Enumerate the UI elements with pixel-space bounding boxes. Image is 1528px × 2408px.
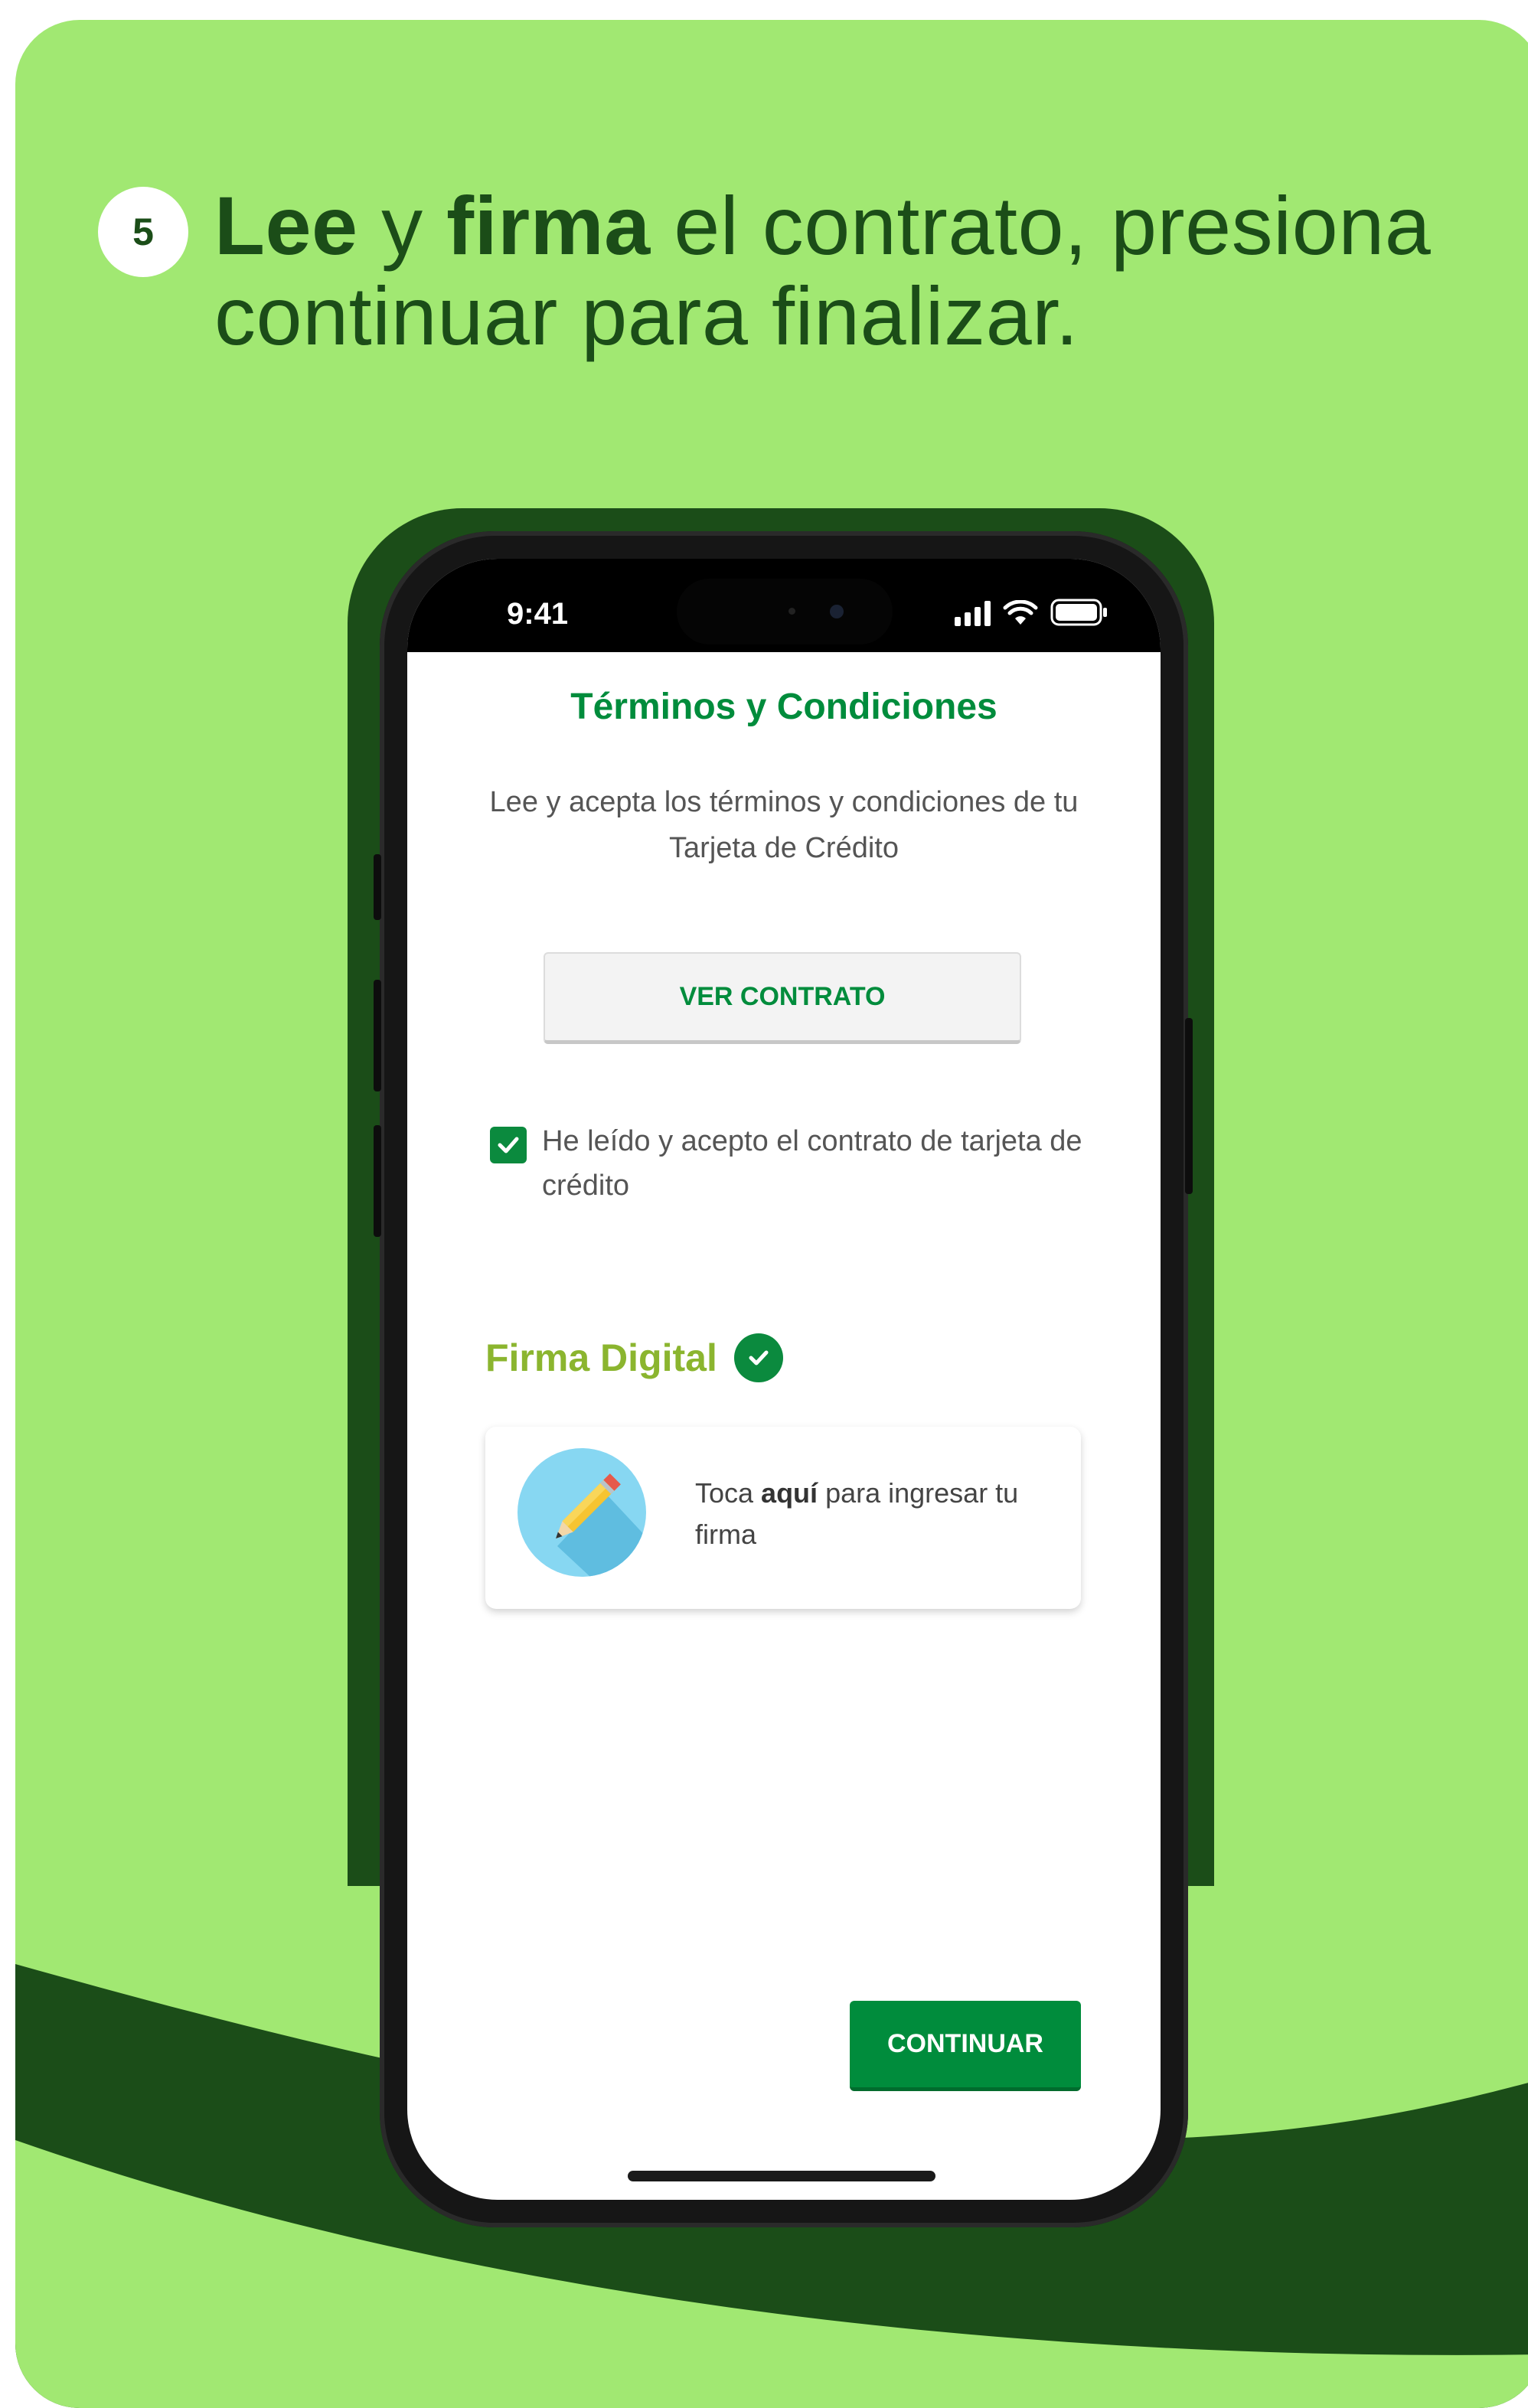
signature-card-text: Toca aquí para ingresar tu firma: [695, 1473, 1047, 1555]
headline-bold-read: Lee: [214, 179, 358, 272]
status-time: 9:41: [507, 597, 569, 631]
wifi-icon: [1003, 600, 1038, 625]
dynamic-island: [677, 579, 893, 644]
signature-title-text: Firma Digital: [485, 1336, 717, 1379]
status-bar: 9:41: [407, 559, 1161, 652]
page-title: Términos y Condiciones: [570, 687, 997, 727]
home-indicator[interactable]: [628, 2171, 935, 2181]
continue-button[interactable]: CONTINUAR: [850, 2001, 1081, 2091]
status-icons: [955, 599, 1108, 626]
sensor-dot: [788, 608, 795, 615]
signature-input-card[interactable]: Toca aquí para ingresar tu firma: [485, 1427, 1081, 1609]
check-circle-icon: [733, 1333, 783, 1382]
headline-text-contract: el contrato, presiona: [650, 179, 1432, 272]
step-number-badge: 5: [98, 187, 188, 277]
signature-section-title: Firma Digital: [485, 1333, 783, 1382]
headline-bold-sign: firma: [446, 179, 651, 272]
camera-dot: [830, 605, 844, 618]
signature-text-before: Toca: [695, 1477, 762, 1509]
headline-line-2: continuar para finalizar.: [214, 269, 1079, 362]
battery-icon: [1050, 599, 1107, 626]
signal-icon: [955, 600, 991, 626]
instruction-headline: Lee y firma el contrato, presiona contin…: [214, 181, 1516, 361]
headline-text-and: y: [358, 179, 447, 272]
page-subtitle: Lee y acepta los términos y condiciones …: [489, 786, 1079, 864]
checkbox-checked-icon: [498, 1137, 519, 1153]
accept-contract-label[interactable]: He leído y acepto el contrato de tarjeta…: [542, 1119, 1108, 1208]
phone-power-button: [1185, 1018, 1193, 1194]
accept-contract-checkbox[interactable]: [490, 1127, 527, 1163]
pencil-icon: [517, 1448, 646, 1577]
phone-action-button: [374, 854, 381, 920]
phone-volume-down-button: [374, 1125, 381, 1237]
phone-screen: 9:41 Términos y Condiciones Lee y acepta…: [407, 559, 1161, 2200]
signature-text-bold: aquí: [761, 1477, 818, 1509]
phone-volume-up-button: [374, 980, 381, 1091]
view-contract-button[interactable]: VER CONTRATO: [544, 952, 1021, 1044]
